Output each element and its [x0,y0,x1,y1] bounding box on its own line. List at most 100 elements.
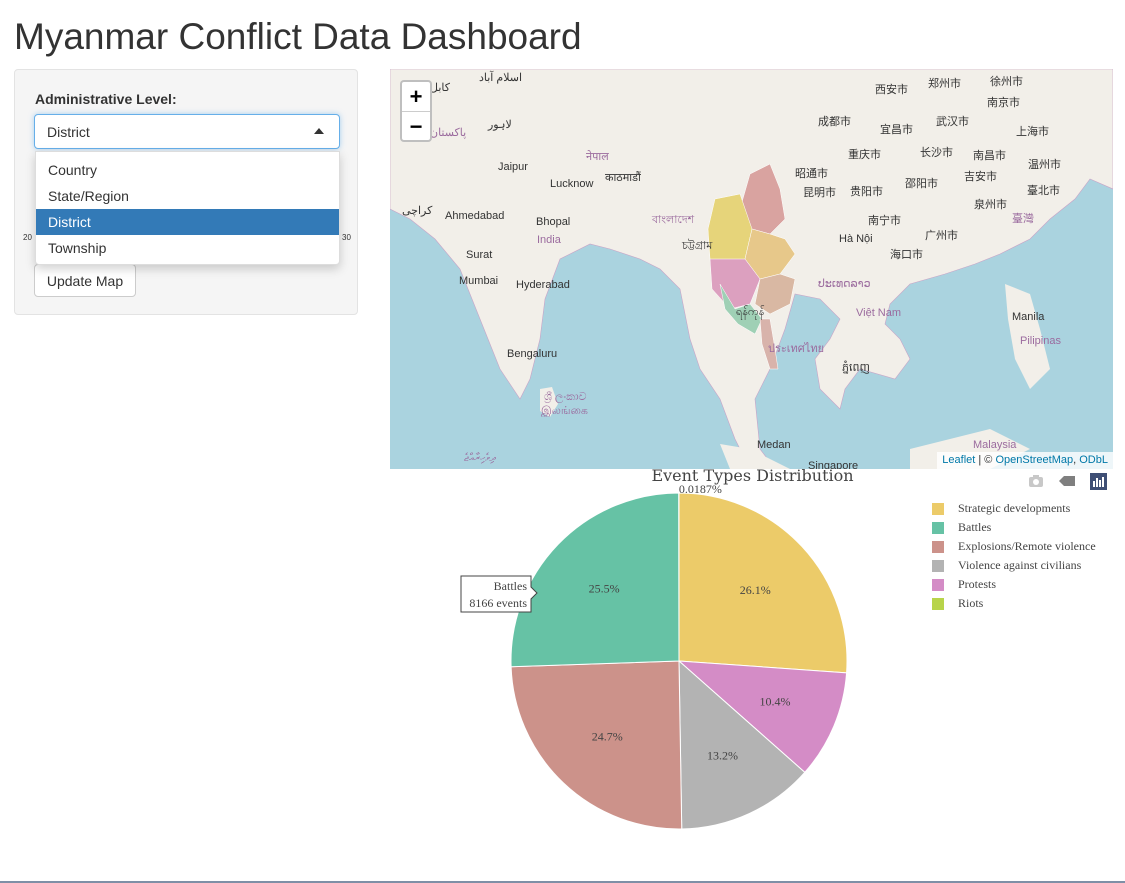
slider-min-label: 20 [23,233,32,242]
map-label-haikou: 海口市 [890,249,923,261]
legend-swatch-riots [932,598,944,610]
zoom-icon[interactable] [1058,474,1076,490]
map-label-xian: 西安市 [875,84,908,96]
map-label-wuhan: 武汉市 [936,116,969,128]
map-label-srilanka-si: ශ්‍රී ලංකාව [544,391,587,403]
tooltip-value: 8166 events [469,596,527,610]
pie-slice-explosions-remote-violence[interactable] [510,660,683,830]
sidebar-panel: Administrative Level: District 20 30 Cou… [14,69,358,315]
map-label-hyderabad: Hyderabad [516,279,570,291]
map-label-xuzhou: 徐州市 [990,76,1023,88]
map-label-islamabad: اسلام آباد [479,72,523,84]
map-label-india: India [537,234,561,246]
map-label-chittagong: চট্টগ্রাম [682,240,713,252]
tooltip-label: Battles [494,579,528,593]
map-label-pakistan: پاکستان [430,127,467,139]
map-label-malaysia: Malaysia [973,439,1017,451]
map-label-zhaotong: 昭通市 [795,168,828,180]
option-district[interactable]: District [36,209,339,235]
map-label-chengdu: 成都市 [818,116,851,128]
admin-level-dropdown: Country State/Region District Township [35,151,340,265]
map-label-medan: Medan [757,439,791,451]
map-label-bengaluru: Bengaluru [507,348,558,360]
map-label-shanghai: 上海市 [1016,126,1049,138]
pie-label-strategic-developments: 26.1% [740,583,771,597]
legend-label-explosions: Explosions/Remote violence [958,539,1096,553]
legend-label-protests: Protests [958,577,997,591]
legend-swatch-violence [932,560,944,572]
pie-label-violence-against-civilians: 13.2% [707,749,738,763]
legend-label-battles: Battles [958,520,992,534]
legend-swatch-explosions [932,541,944,553]
map-label-kunming: 昆明市 [803,187,836,199]
map-label-yichang: 宜昌市 [880,124,913,136]
option-state-region[interactable]: State/Region [36,183,339,209]
map-label-manila: Manila [1012,311,1045,323]
map-label-phnompenh: ភ្នំពេញ [842,362,870,374]
map-label-srilanka-ta: இலங்கை [541,405,588,417]
admin-level-selected-value: District [47,124,90,140]
map-label-vietnam: Việt Nam [856,307,902,319]
map-label-nanchang: 南昌市 [973,150,1006,162]
zoom-control: + − [400,80,432,142]
map-label-kathmandu: काठमाडौं [605,172,641,184]
zoom-out-button[interactable]: − [402,112,430,141]
map-label-hanoi: Hà Nội [839,233,873,245]
attribution-separator: | © [975,454,996,466]
map-label-nepal: नेपाल [586,151,609,163]
map-label-changsha: 长沙市 [920,147,953,159]
legend-label-violence: Violence against civilians [958,558,1082,572]
camera-icon[interactable] [1028,474,1044,490]
map-label-quanzhou: 泉州市 [974,199,1007,211]
map-label-bhopal: Bhopal [536,216,571,228]
map-label-guiyang: 贵阳市 [850,186,883,198]
map-label-shaoyang: 邵阳市 [905,178,938,190]
admin-level-label: Administrative Level: [35,91,177,107]
map-label-mumbai: Mumbai [459,275,499,287]
slider-max-label: 30 [342,233,351,242]
map-label-nanning: 南宁市 [868,215,901,227]
plotly-logo-icon[interactable] [1090,473,1107,490]
map-label-maldives: ދިވެހިރާއްޖެ [464,452,496,464]
option-country[interactable]: Country [36,157,339,183]
leaflet-link[interactable]: Leaflet [942,454,975,466]
map-label-jaipur: Jaipur [498,161,528,173]
admin-level-select[interactable]: District [34,114,340,149]
map-label-taiwan: 臺灣 [1012,213,1034,225]
hover-tooltip: Battles 8166 events [460,575,538,613]
pie-slice-strategic-developments[interactable] [678,492,848,674]
map-label-ahmedabad: Ahmedabad [445,210,505,222]
legend-swatch-protests [932,579,944,591]
osm-link[interactable]: OpenStreetMap [995,454,1073,466]
pie-slice-protests[interactable] [677,660,848,774]
map-label-thailand: ประเทศไทย [768,343,825,355]
chart-title: Event Types Distribution [651,466,854,485]
pie-slice-battles[interactable] [510,492,680,668]
pie-label-battles: 25.5% [589,582,620,596]
legend-label-strategic: Strategic developments [958,501,1071,515]
map-label-surat: Surat [466,249,493,261]
odbl-link[interactable]: ODbL [1079,454,1108,466]
map-label-lahore: لاہور [488,119,512,131]
map-label-chongqing: 重庆市 [848,149,881,161]
map-label-taipei: 臺北市 [1027,185,1060,197]
update-map-button[interactable]: Update Map [34,264,136,297]
map-container[interactable]: اسلام آباد کابل لاہور پاکستان 西安市 郑州市 徐州… [390,69,1113,469]
pie-slice-violence-against-civilians[interactable] [678,659,806,830]
map-label-karachi: کراچی [402,205,433,217]
map-label-guangzhou: 广州市 [925,230,958,242]
map-label-bangladesh: বাংলাদেশ [652,214,695,226]
pie-label-explosions-remote-violence: 24.7% [592,729,623,743]
caret-up-icon [314,128,324,134]
map-label-yangon: ရန်ကုန် [736,306,765,318]
map-label-laos: ປະເທດລາວ [818,278,871,290]
map-label-wenzhou: 温州市 [1028,159,1061,171]
legend-swatch-strategic [932,503,944,515]
map-label-lucknow: Lucknow [550,178,594,190]
option-township[interactable]: Township [36,235,339,261]
pie-label-protests: 10.4% [760,694,791,708]
map-label-kabul: کابل [430,82,450,94]
page-title: Myanmar Conflict Data Dashboard [14,16,582,57]
map-label-pilipinas: Pilipinas [1020,335,1061,347]
zoom-in-button[interactable]: + [402,82,430,112]
